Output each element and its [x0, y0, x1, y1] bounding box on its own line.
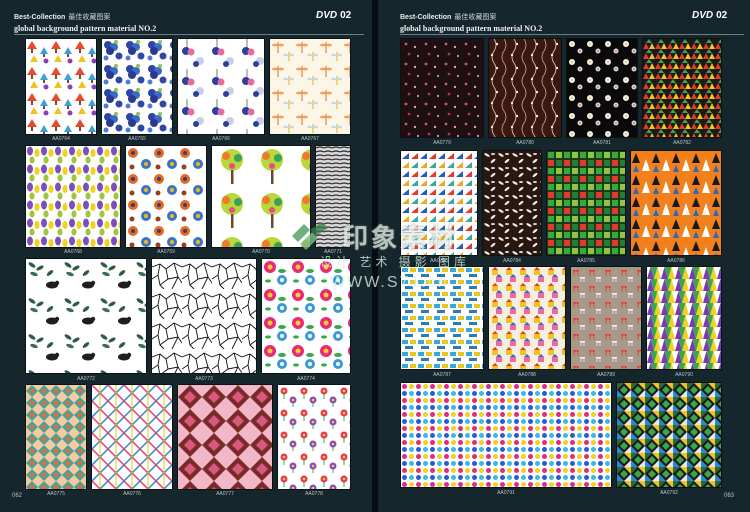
page-subtitle: global background pattern material NO.2	[14, 24, 157, 33]
pattern-swatch	[26, 39, 96, 134]
pattern-tile[interactable]	[488, 266, 566, 370]
pattern-swatch	[617, 383, 721, 487]
pattern-swatch	[26, 259, 146, 373]
pattern-swatch	[401, 39, 483, 137]
pattern-code: AA0791	[497, 490, 515, 496]
watermark-title: 印象素材	[342, 223, 459, 253]
pattern-tile[interactable]	[616, 382, 722, 488]
pattern-swatch	[92, 385, 172, 489]
page-number: 062	[12, 493, 23, 499]
pattern-tile[interactable]	[400, 38, 484, 138]
pattern-code: AA0768	[64, 249, 82, 255]
pattern-code: AA0779	[433, 140, 451, 146]
pattern-swatch	[643, 39, 721, 137]
pattern-tile[interactable]	[151, 258, 257, 374]
pattern-code: AA0787	[433, 372, 451, 378]
pattern-tile[interactable]	[25, 258, 147, 374]
pattern-swatch	[26, 146, 120, 247]
pattern-code: AA0778	[305, 491, 323, 497]
pattern-tile[interactable]	[400, 382, 612, 488]
pattern-swatch	[278, 385, 350, 489]
pattern-swatch	[26, 385, 86, 489]
brand-header: Best-Collection 最佳收藏图案	[14, 12, 110, 22]
pattern-code: AA0770	[252, 249, 270, 255]
pattern-tile[interactable]	[642, 38, 722, 138]
pattern-tile[interactable]	[482, 150, 542, 256]
leaf-logo-icon	[292, 222, 328, 250]
pattern-tile[interactable]	[25, 145, 121, 248]
pattern-code: AA0786	[667, 258, 685, 264]
pattern-tile[interactable]	[25, 384, 87, 490]
pattern-tile[interactable]	[91, 384, 173, 490]
dvd-text: DVD	[692, 10, 714, 21]
dvd-text: DVD	[316, 10, 338, 21]
pattern-code: AA0792	[660, 490, 678, 496]
pattern-tile[interactable]	[646, 266, 722, 370]
pattern-code: AA0773	[195, 376, 213, 382]
pattern-swatch	[489, 39, 561, 137]
pattern-swatch	[647, 267, 721, 369]
pattern-code: AA0782	[673, 140, 691, 146]
pattern-code: AA0767	[301, 136, 319, 142]
pattern-tile[interactable]	[566, 38, 638, 138]
pattern-code: AA0785	[577, 258, 595, 264]
pattern-code: AA0774	[297, 376, 315, 382]
brand-name: Best-Collection	[14, 14, 66, 21]
pattern-code: AA0776	[123, 491, 141, 497]
brand-name: Best-Collection	[400, 14, 452, 21]
pattern-tile[interactable]	[630, 150, 722, 256]
pattern-tile[interactable]	[125, 145, 207, 248]
pattern-code: AA0777	[216, 491, 234, 497]
page-subtitle: global background pattern material NO.2	[400, 24, 543, 33]
pattern-code: AA0788	[518, 372, 536, 378]
pattern-tile[interactable]	[177, 384, 273, 490]
brand-name-cn: 最佳收藏图案	[68, 14, 111, 21]
pattern-code: AA0775	[47, 491, 65, 497]
pattern-code: AA0769	[157, 249, 175, 255]
dvd-number: 02	[716, 10, 728, 21]
pattern-swatch	[489, 267, 565, 369]
pattern-tile[interactable]	[101, 38, 173, 135]
pattern-code: AA0781	[593, 140, 611, 146]
pattern-code: AA0790	[675, 372, 693, 378]
pattern-code: AA0789	[597, 372, 615, 378]
pattern-tile[interactable]	[488, 38, 562, 138]
watermark: 印象素材 设计 艺术 摄影 图库 WWW.S71.cn	[290, 218, 480, 298]
pattern-tile[interactable]	[25, 38, 97, 135]
pattern-code: AA0784	[503, 258, 521, 264]
dvd-number: 02	[340, 10, 352, 21]
pattern-swatch	[102, 39, 172, 134]
pattern-swatch	[178, 385, 272, 489]
brand-header: Best-Collection 最佳收藏图案	[400, 12, 496, 22]
dvd-label: DVD 02	[692, 10, 727, 21]
pattern-swatch	[401, 383, 611, 487]
pattern-swatch	[483, 151, 541, 255]
pattern-tile[interactable]	[269, 38, 351, 135]
pattern-code: AA0780	[516, 140, 534, 146]
pattern-swatch	[567, 39, 637, 137]
pattern-tile[interactable]	[177, 38, 265, 135]
pattern-tile[interactable]	[570, 266, 642, 370]
watermark-url: WWW.S71.cn	[330, 274, 449, 291]
pattern-swatch	[152, 259, 256, 373]
dvd-label: DVD 02	[316, 10, 351, 21]
header-rule	[14, 34, 364, 35]
header-rule	[400, 34, 744, 35]
pattern-swatch	[126, 146, 206, 247]
pattern-tile[interactable]	[277, 384, 351, 490]
page-number: 063	[724, 493, 735, 499]
watermark-subtitle: 设计 艺术 摄影 图库	[320, 255, 471, 269]
pattern-swatch	[178, 39, 264, 134]
pattern-swatch	[270, 39, 350, 134]
pattern-code: AA0765	[128, 136, 146, 142]
pattern-swatch	[571, 267, 641, 369]
pattern-code: AA0764	[52, 136, 70, 142]
pattern-swatch	[547, 151, 625, 255]
pattern-code: AA0766	[212, 136, 230, 142]
pattern-tile[interactable]	[546, 150, 626, 256]
pattern-swatch	[631, 151, 721, 255]
pattern-code: AA0772	[77, 376, 95, 382]
brand-name-cn: 最佳收藏图案	[454, 14, 497, 21]
